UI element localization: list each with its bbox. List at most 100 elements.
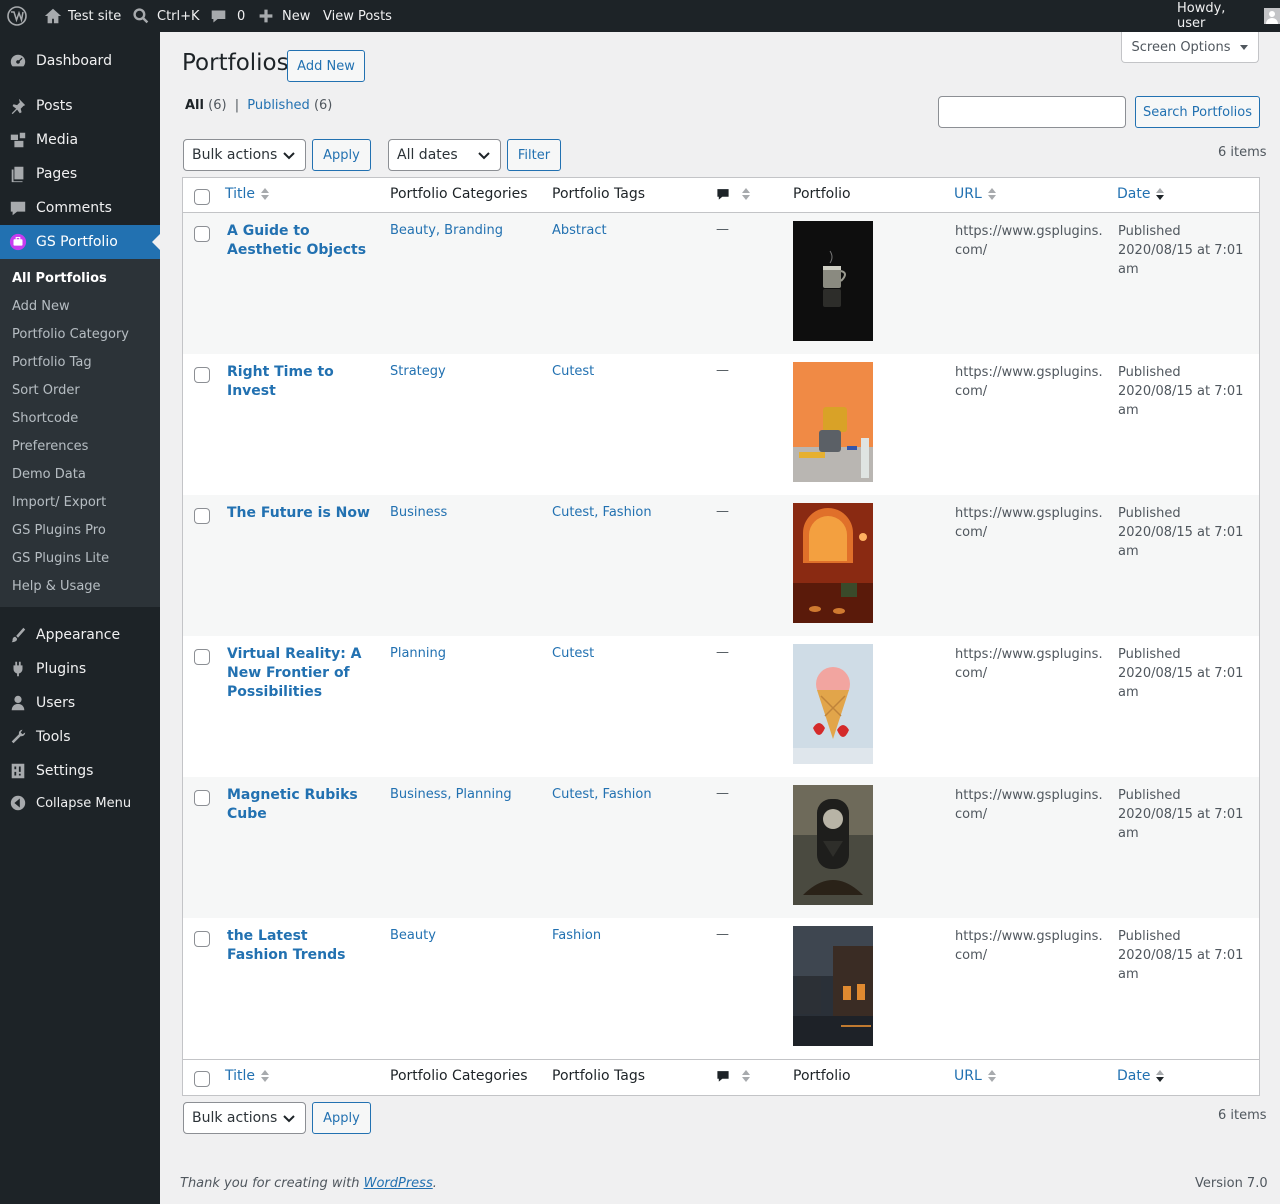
row-tags[interactable]: Fashion bbox=[552, 928, 601, 943]
table-footer: Title Portfolio Categories Portfolio Tag… bbox=[183, 1059, 1259, 1095]
menu-item-appearance[interactable]: Appearance bbox=[0, 618, 160, 652]
chevron-down-icon bbox=[478, 152, 490, 160]
screen-options-button[interactable]: Screen Options bbox=[1121, 32, 1259, 63]
sort-icon bbox=[261, 188, 270, 200]
row-title[interactable]: A Guide to Aesthetic Objects bbox=[227, 222, 372, 260]
apply-button-bottom[interactable]: Apply bbox=[312, 1102, 371, 1134]
command-search[interactable]: Ctrl+K bbox=[133, 0, 200, 32]
row-categories[interactable]: Planning bbox=[390, 646, 446, 661]
submenu-preferences[interactable]: Preferences bbox=[12, 439, 88, 454]
filter-published[interactable]: Published bbox=[247, 98, 310, 113]
row-url: https://www.gsplugins.com/ bbox=[955, 788, 1103, 822]
filter-button[interactable]: Filter bbox=[507, 139, 561, 171]
column-title[interactable]: Title bbox=[225, 186, 270, 202]
submenu-gs-plugins-lite[interactable]: GS Plugins Lite bbox=[12, 551, 109, 566]
bulk-actions-select-bottom[interactable]: Bulk actions bbox=[183, 1102, 306, 1134]
collapse-menu-button[interactable]: Collapse Menu bbox=[0, 786, 160, 820]
new-content-link[interactable]: New bbox=[258, 0, 310, 32]
menu-item-gs-portfolio[interactable]: GS Portfolio bbox=[0, 225, 160, 259]
menu-item-tools[interactable]: Tools bbox=[0, 720, 160, 754]
comments-link[interactable]: 0 bbox=[210, 0, 245, 32]
row-tags[interactable]: Cutest, Fashion bbox=[552, 505, 652, 520]
row-title[interactable]: the Latest Fashion Trends bbox=[227, 927, 372, 965]
row-checkbox[interactable] bbox=[194, 508, 210, 524]
bulk-actions-select[interactable]: Bulk actions bbox=[183, 139, 306, 171]
wordpress-logo-icon[interactable] bbox=[7, 0, 27, 32]
column-categories: Portfolio Categories bbox=[390, 186, 528, 202]
column-url[interactable]: URL bbox=[954, 1068, 996, 1084]
row-date: 2020/08/15 at 7:01 am bbox=[1118, 384, 1244, 418]
row-categories[interactable]: Beauty bbox=[390, 928, 436, 943]
submenu-gs-plugins-pro[interactable]: GS Plugins Pro bbox=[12, 523, 106, 538]
menu-item-dashboard[interactable]: Dashboard bbox=[0, 44, 160, 78]
column-url[interactable]: URL bbox=[954, 186, 996, 202]
row-title[interactable]: Right Time to Invest bbox=[227, 363, 372, 401]
submenu-add-new[interactable]: Add New bbox=[12, 299, 70, 314]
row-checkbox[interactable] bbox=[194, 931, 210, 947]
submenu-all-portfolios[interactable]: All Portfolios bbox=[12, 271, 107, 286]
row-categories[interactable]: Business, Planning bbox=[390, 787, 512, 802]
row-url: https://www.gsplugins.com/ bbox=[955, 365, 1103, 399]
menu-item-users[interactable]: Users bbox=[0, 686, 160, 720]
menu-label: GS Portfolio bbox=[36, 234, 118, 250]
date-filter-select[interactable]: All dates bbox=[388, 139, 501, 171]
row-title[interactable]: The Future is Now bbox=[227, 504, 372, 523]
row-title[interactable]: Virtual Reality: A New Frontier of Possi… bbox=[227, 645, 372, 702]
row-checkbox[interactable] bbox=[194, 226, 210, 242]
view-posts-link[interactable]: View Posts bbox=[323, 0, 392, 32]
menu-item-media[interactable]: Media bbox=[0, 123, 160, 157]
menu-item-settings[interactable]: Settings bbox=[0, 754, 160, 788]
menu-item-comments[interactable]: Comments bbox=[0, 191, 160, 225]
row-title[interactable]: Magnetic Rubiks Cube bbox=[227, 786, 372, 824]
select-all-checkbox[interactable] bbox=[194, 1071, 210, 1087]
row-status: Published bbox=[1118, 788, 1181, 803]
column-title[interactable]: Title bbox=[225, 1068, 270, 1084]
row-comments: — bbox=[716, 504, 729, 519]
submenu-portfolio-tag[interactable]: Portfolio Tag bbox=[12, 355, 92, 370]
table-row: Magnetic Rubiks Cube Business, Planning … bbox=[183, 777, 1259, 918]
ice-cream-image bbox=[793, 644, 873, 764]
search-portfolios-button[interactable]: Search Portfolios bbox=[1135, 96, 1260, 128]
apply-button[interactable]: Apply bbox=[312, 139, 371, 171]
wordpress-link[interactable]: WordPress bbox=[364, 1176, 433, 1191]
site-name-link[interactable]: Test site bbox=[44, 0, 121, 32]
submenu-import-export[interactable]: Import/ Export bbox=[12, 495, 106, 510]
table-row: Virtual Reality: A New Frontier of Possi… bbox=[183, 636, 1259, 777]
sort-icon bbox=[742, 188, 750, 200]
my-account[interactable]: Howdy, user bbox=[1177, 0, 1280, 32]
select-all-checkbox[interactable] bbox=[194, 189, 210, 205]
row-tags[interactable]: Cutest bbox=[552, 364, 594, 379]
sort-icon bbox=[987, 188, 996, 200]
row-tags[interactable]: Cutest, Fashion bbox=[552, 787, 652, 802]
submenu-help-usage[interactable]: Help & Usage bbox=[12, 579, 101, 594]
row-date: 2020/08/15 at 7:01 am bbox=[1118, 525, 1244, 559]
menu-item-pages[interactable]: Pages bbox=[0, 157, 160, 191]
submenu-sort-order[interactable]: Sort Order bbox=[12, 383, 80, 398]
column-comments[interactable] bbox=[716, 1069, 750, 1083]
submenu-portfolio-category[interactable]: Portfolio Category bbox=[12, 327, 129, 342]
row-status: Published bbox=[1118, 365, 1181, 380]
menu-item-plugins[interactable]: Plugins bbox=[0, 652, 160, 686]
chevron-down-icon bbox=[283, 152, 295, 160]
add-new-button[interactable]: Add New bbox=[287, 50, 365, 82]
row-checkbox[interactable] bbox=[194, 790, 210, 806]
row-tags[interactable]: Abstract bbox=[552, 223, 607, 238]
row-categories[interactable]: Business bbox=[390, 505, 447, 520]
search-input[interactable] bbox=[938, 96, 1126, 128]
row-tags[interactable]: Cutest bbox=[552, 646, 594, 661]
row-url: https://www.gsplugins.com/ bbox=[955, 929, 1103, 963]
menu-item-posts[interactable]: Posts bbox=[0, 89, 160, 123]
column-date[interactable]: Date bbox=[1117, 1068, 1165, 1084]
submenu-shortcode[interactable]: Shortcode bbox=[12, 411, 78, 426]
submenu-demo-data[interactable]: Demo Data bbox=[12, 467, 86, 482]
column-date[interactable]: Date bbox=[1117, 186, 1165, 202]
menu-label: Tools bbox=[36, 729, 71, 745]
column-comments[interactable] bbox=[716, 187, 750, 201]
filter-all[interactable]: All bbox=[185, 98, 204, 113]
row-categories[interactable]: Beauty, Branding bbox=[390, 223, 503, 238]
row-checkbox[interactable] bbox=[194, 649, 210, 665]
row-checkbox[interactable] bbox=[194, 367, 210, 383]
column-date-label: Date bbox=[1117, 186, 1151, 202]
row-status: Published bbox=[1118, 224, 1181, 239]
row-categories[interactable]: Strategy bbox=[390, 364, 446, 379]
